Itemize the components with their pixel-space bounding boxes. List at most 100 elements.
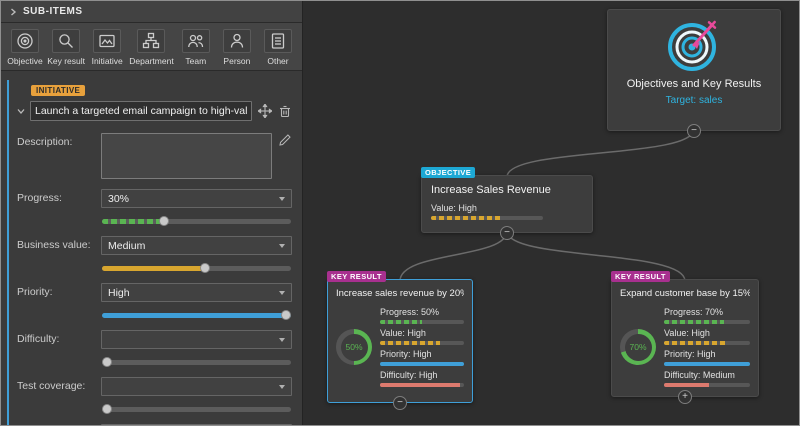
field-label: Progress: <box>17 192 62 204</box>
progress-row: Progress: 30% <box>17 189 292 226</box>
key-result-node-1[interactable]: KEY RESULT Increase sales revenue by 20%… <box>327 271 473 410</box>
root-node-title: Objectives and Key Results <box>626 78 762 90</box>
collapse-button[interactable]: − <box>393 396 407 410</box>
node-title-row <box>17 101 292 121</box>
item-type-toolbar: Objective Key result Initiative Departme… <box>1 23 302 71</box>
priority-slider[interactable] <box>102 310 291 320</box>
business-value-slider[interactable] <box>102 263 291 273</box>
chevron-down-icon <box>279 290 285 295</box>
chevron-down-icon <box>279 196 285 201</box>
expand-button[interactable]: + <box>678 390 692 404</box>
slider-thumb[interactable] <box>200 263 211 273</box>
tool-label: Initiative <box>91 56 123 66</box>
move-icon[interactable] <box>257 103 273 119</box>
key-result-title: Increase sales revenue by 20% <box>336 288 464 299</box>
business-value-row: Business value: Medium <box>17 236 292 273</box>
slider-thumb[interactable] <box>159 216 170 226</box>
initiative-icon <box>93 29 122 53</box>
key-result-badge: KEY RESULT <box>611 271 670 282</box>
kr-field-progress: Progress: 70% <box>664 307 750 324</box>
test-coverage-slider[interactable] <box>102 404 291 414</box>
field-label: Priority: <box>17 286 53 298</box>
tool-person[interactable]: Person <box>218 29 256 66</box>
progress-ring-label: 50% <box>345 342 363 352</box>
objective-node[interactable]: OBJECTIVE Increase Sales Revenue Value: … <box>421 167 593 240</box>
root-node-okr[interactable]: Objectives and Key Results Target: sales… <box>607 9 781 138</box>
chevron-down-icon <box>279 337 285 342</box>
chevron-icon <box>11 7 17 16</box>
document-icon <box>263 29 292 53</box>
field-label: Description: <box>17 136 73 148</box>
progress-ring: 50% <box>336 329 372 365</box>
key-result-badge: KEY RESULT <box>327 271 386 282</box>
test-coverage-select[interactable] <box>101 377 292 396</box>
person-icon <box>222 29 251 53</box>
progress-ring-label: 70% <box>629 342 647 352</box>
slider-thumb[interactable] <box>281 310 291 320</box>
initiative-form: INITIATIVE Launch a targeted email campa… <box>7 80 298 425</box>
objective-badge: OBJECTIVE <box>421 167 476 178</box>
tool-label: Person <box>223 56 251 66</box>
objective-value-bar <box>431 216 543 220</box>
tool-initiative[interactable]: Initiative <box>88 29 126 66</box>
slider-thumb[interactable] <box>102 357 112 367</box>
collapse-button[interactable]: − <box>687 124 701 138</box>
tool-department[interactable]: Department <box>129 29 174 66</box>
tool-key-result[interactable]: Key result <box>47 29 85 66</box>
progress-slider[interactable] <box>102 216 291 226</box>
objective-title: Increase Sales Revenue <box>431 184 551 196</box>
source-select[interactable] <box>101 424 292 425</box>
chevron-down-icon <box>279 384 285 389</box>
tool-other[interactable]: Other <box>259 29 297 66</box>
business-value-select[interactable]: Medium <box>101 236 292 255</box>
description-textarea[interactable] <box>101 133 272 179</box>
root-node-target: Target: sales <box>665 95 723 106</box>
source-row: Source: <box>17 424 292 425</box>
trash-icon[interactable] <box>278 104 292 119</box>
sub-items-header[interactable]: SUB-ITEMS <box>1 1 302 23</box>
slider-thumb[interactable] <box>102 404 112 414</box>
target-icon <box>11 29 39 53</box>
field-label: Business value: <box>17 239 91 251</box>
select-value: 30% <box>108 192 130 205</box>
field-label: Source: <box>17 424 101 425</box>
edit-pencil-icon[interactable] <box>278 133 292 147</box>
progress-ring: 70% <box>620 329 656 365</box>
field-label: Test coverage: <box>17 380 86 392</box>
kr-field-priority: Priority: High <box>664 349 750 366</box>
kr-field-progress: Progress: 50% <box>380 307 464 324</box>
properties-form: Description: Progress: 30% Business valu… <box>17 133 292 425</box>
difficulty-slider[interactable] <box>102 357 291 367</box>
objective-value-text: Value: High <box>431 203 477 213</box>
progress-select[interactable]: 30% <box>101 189 292 208</box>
magnifier-icon <box>52 29 81 53</box>
tool-label: Team <box>185 56 207 66</box>
description-row: Description: <box>17 133 292 179</box>
kr-field-difficulty: Difficulty: Medium <box>664 370 750 387</box>
kr-field-value: Value: High <box>380 328 464 345</box>
sub-items-panel: SUB-ITEMS Objective Key result Initiativ… <box>1 1 303 425</box>
initiative-badge: INITIATIVE <box>31 85 86 96</box>
test-coverage-row: Test coverage: <box>17 377 292 414</box>
difficulty-select[interactable] <box>101 330 292 349</box>
kr-field-priority: Priority: High <box>380 349 464 366</box>
tool-label: Objective <box>7 56 43 66</box>
field-label: Difficulty: <box>17 333 60 345</box>
key-result-title: Expand customer base by 15% <box>620 288 750 299</box>
expand-chevron-icon[interactable] <box>17 108 25 115</box>
priority-select[interactable]: High <box>101 283 292 302</box>
chevron-down-icon <box>279 243 285 248</box>
node-title-input[interactable] <box>30 101 252 121</box>
collapse-button[interactable]: − <box>500 226 514 240</box>
panel-title: SUB-ITEMS <box>23 6 83 17</box>
key-result-node-2[interactable]: KEY RESULT Expand customer base by 15% 7… <box>611 271 759 404</box>
tool-label: Department <box>129 56 174 66</box>
difficulty-row: Difficulty: <box>17 330 292 367</box>
tool-objective[interactable]: Objective <box>6 29 44 66</box>
select-value: Medium <box>108 239 146 252</box>
okr-mindmap-app: SUB-ITEMS Objective Key result Initiativ… <box>0 0 800 426</box>
mindmap-canvas[interactable]: Objectives and Key Results Target: sales… <box>303 1 799 425</box>
priority-row: Priority: High <box>17 283 292 320</box>
tool-team[interactable]: Team <box>177 29 215 66</box>
kr-field-value: Value: High <box>664 328 750 345</box>
